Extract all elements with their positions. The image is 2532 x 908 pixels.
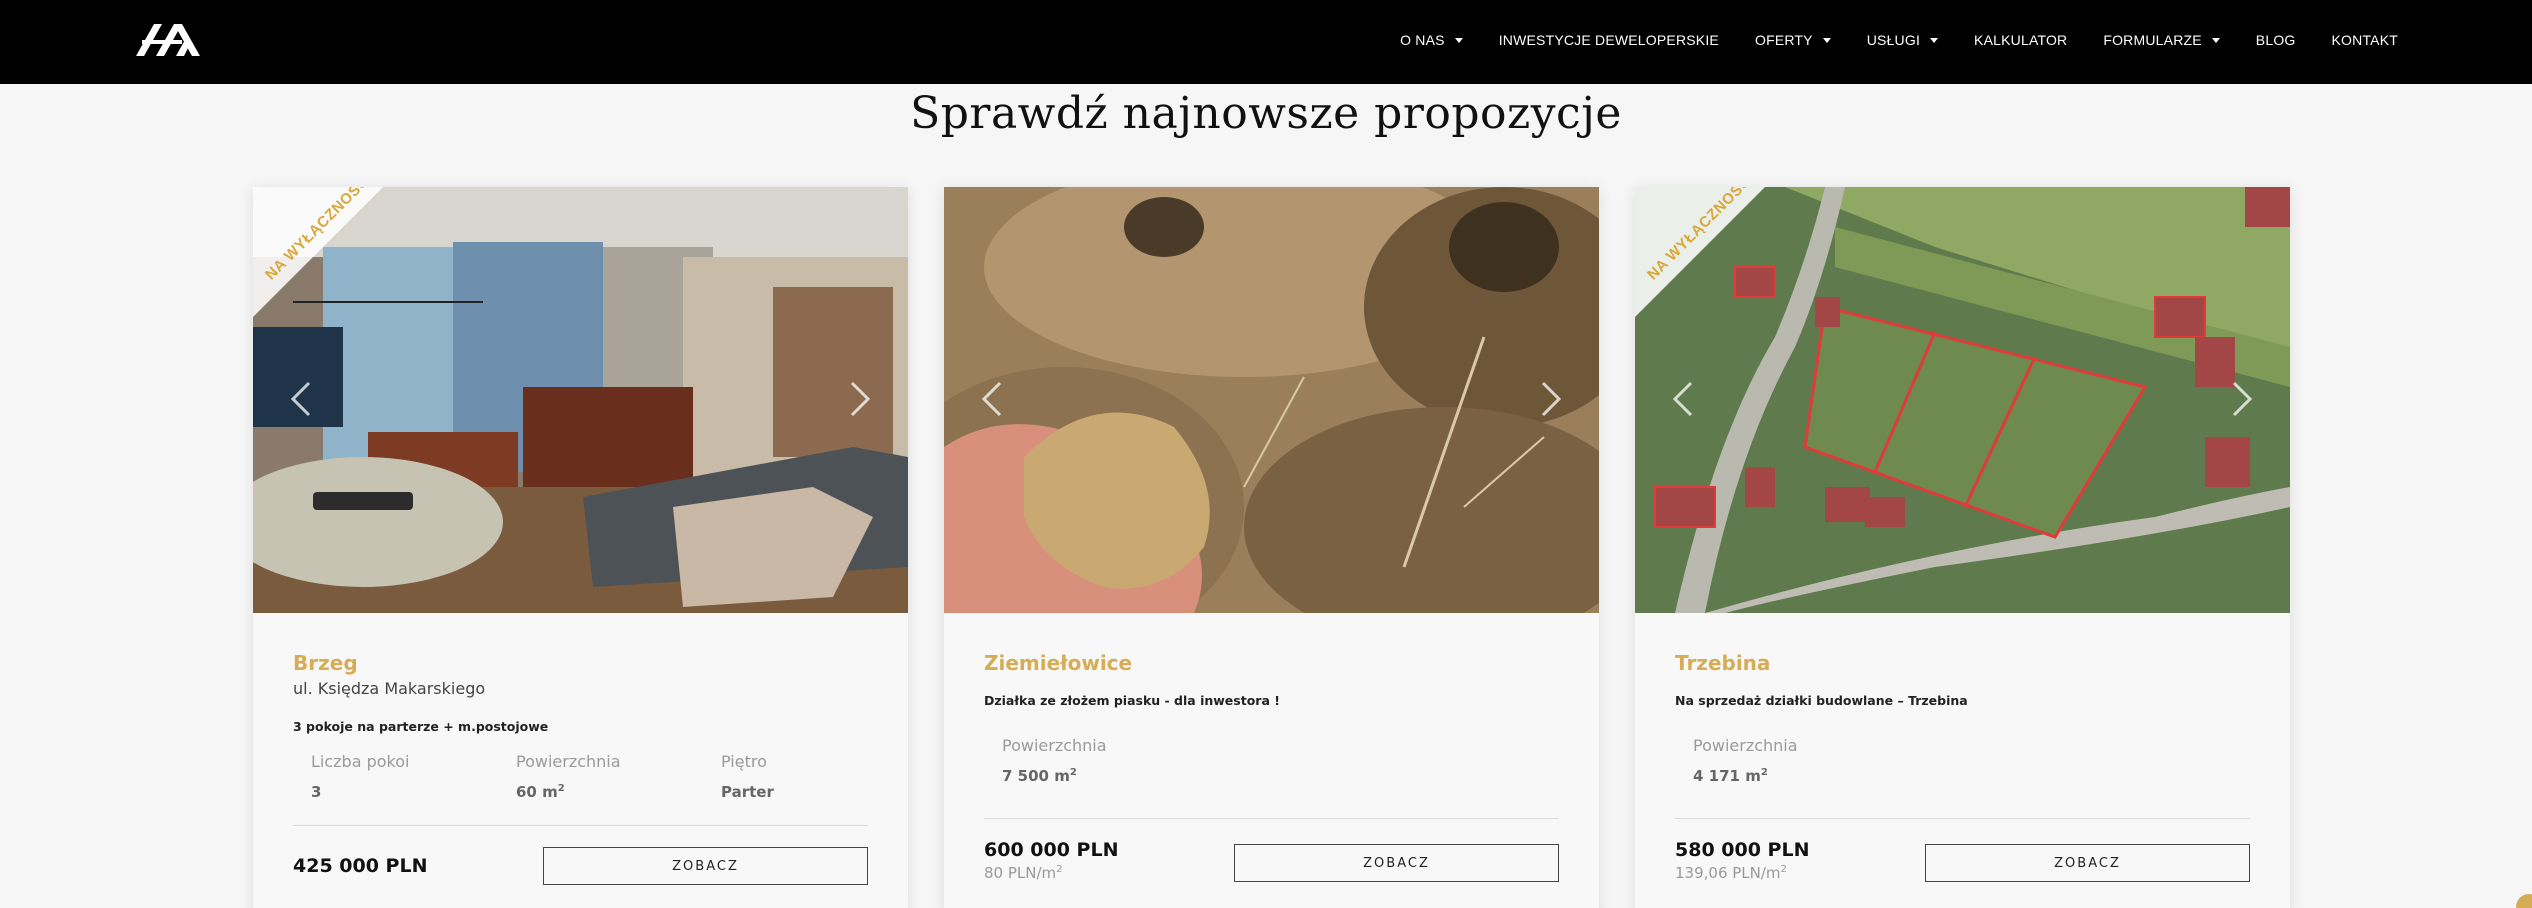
chevron-right-icon[interactable] — [1533, 377, 1567, 421]
spec-value: 60 m2 — [516, 783, 721, 801]
nav-label: FORMULARZE — [2103, 32, 2202, 48]
spec-label: Piętro — [721, 752, 767, 771]
offer-specs: Liczba pokoi 3 Powierzchnia 60 m2 Piętro… — [311, 752, 926, 801]
spec-value-text: Parter — [721, 783, 774, 801]
spec-label: Powierzchnia — [516, 752, 621, 771]
exclusive-ribbon — [1635, 187, 1765, 317]
nav-label: O NAS — [1400, 32, 1445, 48]
caret-down-icon — [1930, 37, 1939, 43]
spec-label: Liczba pokoi — [311, 752, 410, 771]
offer-city[interactable]: Brzeg — [293, 651, 358, 675]
spec-label: Powierzchnia — [1002, 736, 1107, 755]
nav-label: OFERTY — [1754, 32, 1813, 48]
price-per-m2-text: 80 PLN/m — [984, 864, 1057, 882]
offer-description: Działka ze złożem piasku - dla inwestora… — [984, 693, 1280, 708]
unit-superscript: 2 — [1056, 864, 1063, 875]
section-title: Sprawdź najnowsze propozycje — [910, 88, 1622, 139]
chevron-right-icon[interactable] — [2224, 377, 2258, 421]
unit-superscript: 2 — [1760, 767, 1768, 778]
offer-photo-sand[interactable] — [944, 187, 1599, 613]
zobacz-button[interactable]: ZOBACZ — [1925, 844, 2250, 882]
offer-specs: Powierzchnia 7 500 m2 — [1002, 736, 1207, 785]
site-header: O NAS INWESTYCJE DEWELOPERSKIE OFERTY US… — [0, 0, 2532, 84]
card-divider — [984, 818, 1559, 819]
spec-area: Powierzchnia 4 171 m2 — [1693, 736, 1898, 785]
offer-city[interactable]: Trzebina — [1675, 651, 1770, 675]
offer-card-trzebina: NA WYŁĄCZNOŚĆ Trzebina Na sprzedaż dział… — [1635, 187, 2290, 908]
spec-floor: Piętro Parter — [721, 752, 926, 801]
chevron-left-icon[interactable] — [285, 377, 319, 421]
chevron-left-icon[interactable] — [1667, 377, 1701, 421]
spec-value-text: 60 m — [516, 783, 558, 801]
house-logo-icon[interactable] — [134, 22, 202, 58]
unit-superscript: 2 — [557, 783, 565, 794]
offer-specs: Powierzchnia 4 171 m2 — [1693, 736, 1898, 785]
nav-item-formularze[interactable]: FORMULARZE — [2103, 32, 2220, 48]
nav-item-kontakt[interactable]: KONTAKT — [2332, 32, 2398, 48]
spec-value-text: 7 500 m — [1002, 767, 1070, 785]
sand-soil-image — [944, 187, 1599, 613]
offer-price: 580 000 PLN — [1675, 839, 1810, 861]
price-per-m2: 80 PLN/m2 — [984, 864, 1063, 882]
offer-price: 425 000 PLN — [293, 855, 428, 877]
spec-value: Parter — [721, 783, 926, 801]
price-per-m2-text: 139,06 PLN/m — [1675, 864, 1781, 882]
card-divider — [1675, 818, 2250, 819]
offer-description: 3 pokoje na parterze + m.postojowe — [293, 719, 549, 734]
offer-city[interactable]: Ziemiełowice — [984, 651, 1132, 675]
nav-item-inwestycje[interactable]: INWESTYCJE DEWELOPERSKIE — [1499, 32, 1719, 48]
main-nav: O NAS INWESTYCJE DEWELOPERSKIE OFERTY US… — [1400, 0, 2398, 80]
spec-value-text: 3 — [311, 783, 322, 801]
spec-value: 7 500 m2 — [1002, 767, 1207, 785]
caret-down-icon — [1822, 37, 1831, 43]
unit-superscript: 2 — [1069, 767, 1077, 778]
offer-photo-aerial[interactable]: NA WYŁĄCZNOŚĆ — [1635, 187, 2290, 613]
spec-label: Powierzchnia — [1693, 736, 1798, 755]
chevron-left-icon[interactable] — [976, 377, 1010, 421]
nav-label: KALKULATOR — [1974, 32, 2068, 48]
caret-down-icon — [2211, 37, 2220, 43]
offer-card-ziemielowice: Ziemiełowice Działka ze złożem piasku - … — [944, 187, 1599, 908]
nav-label: BLOG — [2255, 32, 2296, 48]
nav-item-oferty[interactable]: OFERTY — [1755, 32, 1831, 48]
chevron-right-icon[interactable] — [842, 377, 876, 421]
spec-rooms: Liczba pokoi 3 — [311, 752, 516, 801]
nav-item-uslugi[interactable]: USŁUGI — [1866, 32, 1939, 48]
exclusive-ribbon — [253, 187, 383, 317]
offer-street: ul. Księdza Makarskiego — [293, 679, 486, 698]
offer-photo-livingroom[interactable]: NA WYŁĄCZNOŚĆ — [253, 187, 908, 613]
unit-superscript: 2 — [1780, 864, 1787, 875]
zobacz-button[interactable]: ZOBACZ — [543, 847, 868, 885]
zobacz-button[interactable]: ZOBACZ — [1234, 844, 1559, 882]
nav-item-kalkulator[interactable]: KALKULATOR — [1974, 32, 2067, 48]
caret-down-icon — [1454, 37, 1463, 43]
spec-area: Powierzchnia 60 m2 — [516, 752, 721, 801]
scroll-to-top-button[interactable] — [2516, 894, 2532, 908]
nav-label: KONTAKT — [2331, 32, 2398, 48]
price-per-m2: 139,06 PLN/m2 — [1675, 864, 1787, 882]
spec-area: Powierzchnia 7 500 m2 — [1002, 736, 1207, 785]
nav-item-o-nas[interactable]: O NAS — [1400, 32, 1463, 48]
nav-label: INWESTYCJE DEWELOPERSKIE — [1498, 32, 1719, 48]
offer-description: Na sprzedaż działki budowlane – Trzebina — [1675, 693, 1968, 708]
nav-label: USŁUGI — [1866, 32, 1921, 48]
spec-value-text: 4 171 m — [1693, 767, 1761, 785]
nav-item-blog[interactable]: BLOG — [2256, 32, 2296, 48]
card-divider — [293, 825, 868, 826]
spec-value: 4 171 m2 — [1693, 767, 1898, 785]
spec-value: 3 — [311, 783, 516, 801]
offer-price: 600 000 PLN — [984, 839, 1119, 861]
offer-card-brzeg: NA WYŁĄCZNOŚĆ Brzeg ul. Księdza Makarski… — [253, 187, 908, 908]
